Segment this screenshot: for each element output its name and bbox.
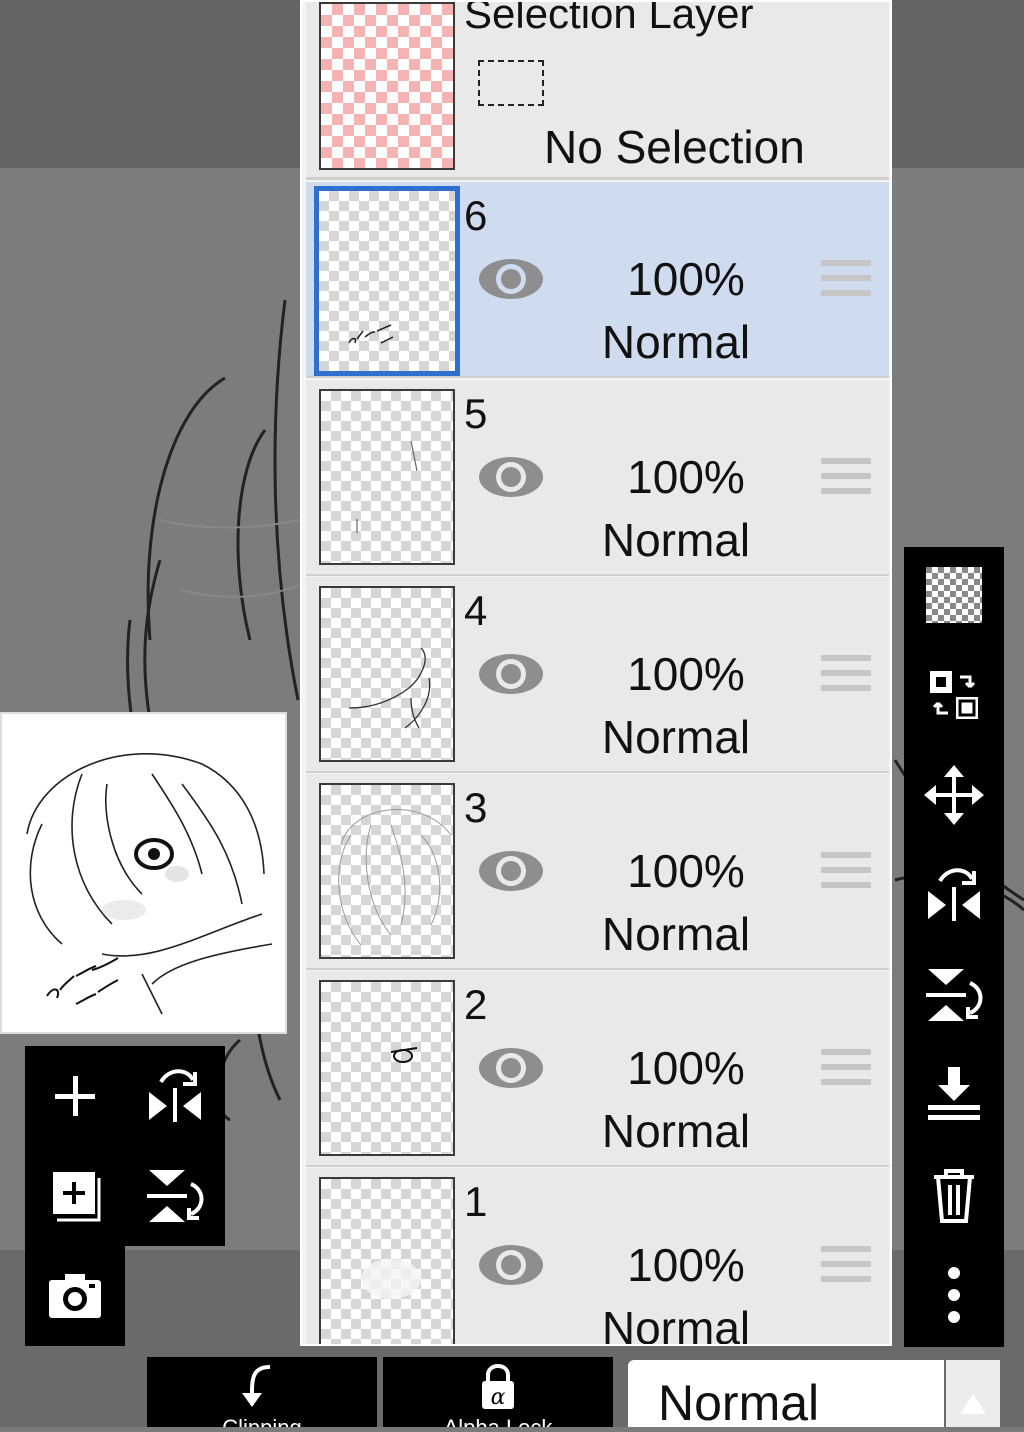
visibility-eye-icon[interactable] (476, 1240, 546, 1290)
layer-thumbnail (319, 783, 455, 959)
layer-number: 6 (464, 192, 488, 239)
camera-icon[interactable] (41, 1262, 109, 1330)
layer-thumbnail (319, 586, 455, 762)
preview-drawing (26, 753, 273, 1015)
duplicate-layer-icon[interactable] (41, 1162, 109, 1230)
blend-mode-value: Normal (658, 1375, 820, 1427)
layer-thumbnail (319, 1177, 455, 1344)
visibility-eye-icon[interactable] (476, 649, 546, 699)
layer-number: 4 (464, 587, 488, 634)
trash-icon[interactable] (920, 1161, 988, 1229)
clipping-arrow-icon (242, 1365, 271, 1407)
selection-status: No Selection (544, 121, 805, 173)
layer-blend-mode[interactable]: Normal (576, 907, 776, 961)
clipping-label: Clipping (147, 1415, 377, 1427)
selection-layer-row[interactable]: Selection Layer No Selection (306, 2, 889, 180)
layer-opacity[interactable]: 100% (596, 252, 776, 306)
drag-handle-icon[interactable] (821, 655, 871, 697)
alpha-lock-button[interactable]: α Alpha Lock (383, 1357, 613, 1427)
layer-opacity[interactable]: 100% (596, 647, 776, 701)
layer-blend-mode[interactable]: Normal (576, 1104, 776, 1158)
layer-thumbnail (319, 389, 455, 565)
layer-opacity[interactable]: 100% (596, 844, 776, 898)
layer-thumbnail (319, 980, 455, 1156)
layer-opacity[interactable]: 100% (596, 1238, 776, 1292)
drag-handle-icon[interactable] (821, 1246, 871, 1288)
canvas-tools-toolbar (25, 1046, 225, 1246)
merge-down-icon[interactable] (920, 1061, 988, 1129)
layer-tools-toolbar (904, 547, 1004, 1347)
blend-mode-select[interactable]: Normal (628, 1360, 944, 1427)
layer-number: 2 (464, 981, 488, 1028)
selection-layer-title: Selection Layer (464, 0, 754, 37)
drag-handle-icon[interactable] (821, 260, 871, 302)
layer-opacity[interactable]: 100% (596, 1041, 776, 1095)
add-layer-icon[interactable] (41, 1062, 109, 1130)
alpha-lock-label: Alpha Lock (383, 1415, 613, 1427)
layer-number: 5 (464, 390, 488, 437)
layer-row-2[interactable]: 2 100% Normal (306, 971, 889, 1167)
layer-blend-mode[interactable]: Normal (576, 1301, 776, 1344)
visibility-eye-icon[interactable] (476, 1043, 546, 1093)
layer-number: 1 (464, 1178, 488, 1225)
more-vertical-icon[interactable] (920, 1261, 988, 1329)
selection-layer-thumbnail (319, 2, 455, 170)
flip-canvas-horizontal-icon[interactable] (141, 1062, 209, 1130)
layer-blend-mode[interactable]: Normal (576, 710, 776, 764)
alpha-lock-icon: α (482, 1364, 514, 1410)
transparent-checker-icon[interactable] (920, 561, 988, 629)
layer-opacity[interactable]: 100% (596, 450, 776, 504)
selection-marquee-icon (478, 60, 544, 106)
visibility-eye-icon[interactable] (476, 254, 546, 304)
move-icon[interactable] (920, 761, 988, 829)
layer-number: 3 (464, 784, 488, 831)
flip-canvas-vertical-icon[interactable] (141, 1162, 209, 1230)
canvas-tools-toolbar-bottom (25, 1246, 125, 1346)
layer-row-6[interactable]: 6 100% Normal (306, 182, 889, 378)
visibility-eye-icon[interactable] (476, 846, 546, 896)
clipping-button[interactable]: Clipping (147, 1357, 377, 1427)
flip-vertical-icon[interactable] (920, 961, 988, 1029)
layer-row-5[interactable]: 5 100% Normal (306, 380, 889, 576)
visibility-eye-icon[interactable] (476, 452, 546, 502)
flip-horizontal-icon[interactable] (920, 861, 988, 929)
svg-text:α: α (491, 1385, 506, 1410)
canvas-preview[interactable] (0, 712, 287, 1034)
drag-handle-icon[interactable] (821, 852, 871, 894)
drag-handle-icon[interactable] (821, 1049, 871, 1091)
layer-blend-mode[interactable]: Normal (576, 315, 776, 369)
layer-row-3[interactable]: 3 100% Normal (306, 774, 889, 970)
layer-thumbnail (314, 186, 460, 376)
drag-handle-icon[interactable] (821, 458, 871, 500)
blend-mode-dropdown-button[interactable] (946, 1360, 1000, 1427)
layer-row-1[interactable]: 1 100% Normal (306, 1168, 889, 1344)
chevron-up-icon (960, 1394, 986, 1414)
layer-panel: Selection Layer No Selection 6 100% Norm… (300, 0, 892, 1346)
swap-layers-icon[interactable] (920, 661, 988, 729)
layer-blend-mode[interactable]: Normal (576, 513, 776, 567)
layer-row-4[interactable]: 4 100% Normal (306, 577, 889, 773)
